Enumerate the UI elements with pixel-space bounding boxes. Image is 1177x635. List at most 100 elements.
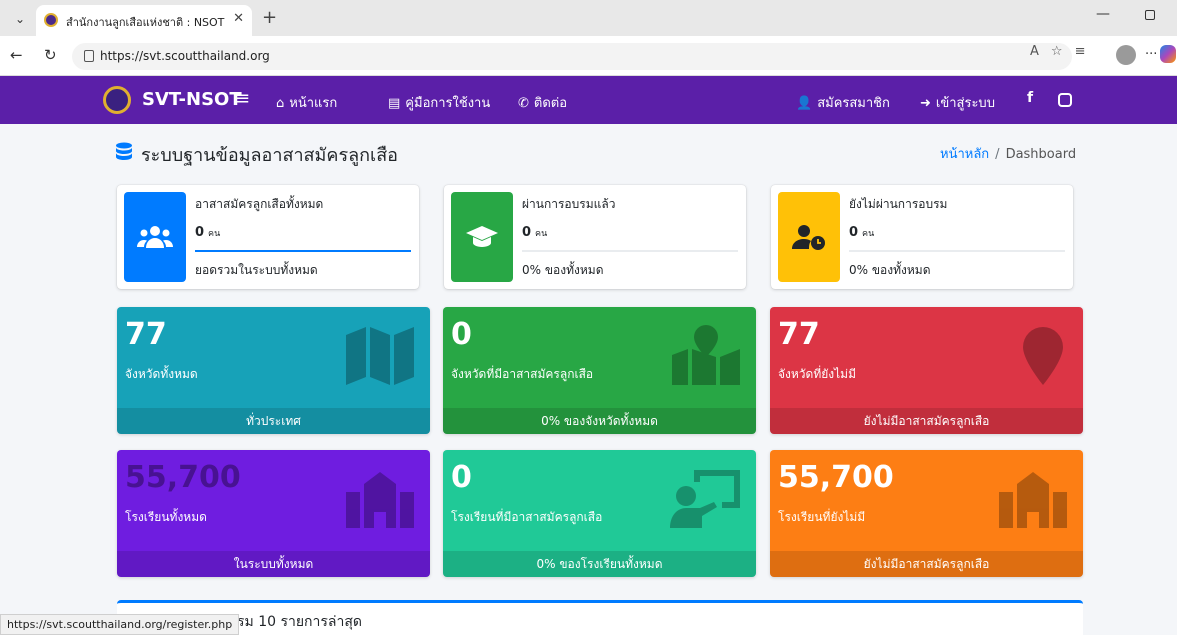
hamburger-menu-icon[interactable]: ≡ [235,88,250,109]
stat-footer-link[interactable]: 0% ของจังหวัดทั้งหมด [443,408,756,434]
nav-manual-link[interactable]: ▤ คู่มือการใช้งาน [388,92,490,113]
book-icon: ▤ [388,96,401,111]
minimize-icon[interactable]: — [1096,6,1110,22]
lock-icon[interactable] [84,50,94,62]
nav-home-label: หน้าแรก [289,96,338,111]
database-icon [116,142,132,160]
address-bar: ← ↻ https://svt.scoutthailand.org A ☆ ≡ ··… [0,36,1177,76]
home-icon: ⌂ [276,96,285,111]
breadcrumb-current: Dashboard [1005,147,1077,162]
nav-contact-link[interactable]: ✆ ติดต่อ [518,92,567,113]
stat-box-provinces-without: 77 จังหวัดที่ยังไม่มี ยังไม่มีอาสาสมัครล… [770,307,1083,434]
progress-bar [522,250,738,252]
reload-icon[interactable]: ↻ [44,46,57,64]
chalkboard-teacher-icon [670,470,740,528]
info-value: 0 คน [849,225,874,240]
stat-label: โรงเรียนที่ยังไม่มี [778,510,866,524]
stat-value: 77 [778,317,820,352]
card-title: รม 10 รายการล่าสุด [237,614,362,630]
tab-close-icon[interactable]: ✕ [233,11,244,26]
stat-box-total-provinces: 77 จังหวัดทั้งหมด ทั่วประเทศ [117,307,430,434]
recent-records-card: รม 10 รายการล่าสุด [117,600,1083,635]
login-link[interactable]: ➜ เข้าสู่ระบบ [920,92,995,113]
user-clock-icon [778,192,840,282]
info-number: 0 [522,225,532,240]
tab-list-chevron-icon[interactable]: ⌄ [10,9,30,29]
info-number: 0 [195,225,205,240]
map-icon [346,327,414,385]
stat-box-total-schools: 55,700 โรงเรียนทั้งหมด ในระบบทั้งหมด [117,450,430,577]
info-box-trained: ผ่านการอบรมแล้ว 0 คน 0% ของทั้งหมด [444,185,746,289]
info-title: ผ่านการอบรมแล้ว [522,197,616,211]
info-value: 0 คน [522,225,547,240]
stat-label: โรงเรียนที่มีอาสาสมัครลูกเสือ [451,510,603,524]
progress-bar-fill [195,250,411,252]
stat-value: 0 [451,317,472,352]
back-arrow-icon[interactable]: ← [10,46,23,64]
nav-manual-label: คู่มือการใช้งาน [405,96,491,111]
map-marked-icon [672,325,740,385]
stat-footer-link[interactable]: ยังไม่มีอาสาสมัครลูกเสือ [770,551,1083,577]
info-unit: คน [862,229,875,239]
address-bar-actions: A ☆ ≡ [1030,44,1097,59]
brand-name[interactable]: SVT-NSOT [142,89,242,110]
stat-footer-link[interactable]: ทั่วประเทศ [117,408,430,434]
school-icon [999,472,1067,528]
progress-bar [195,250,411,252]
instagram-icon[interactable] [1058,93,1072,107]
more-options-icon[interactable]: ··· [1145,47,1157,62]
info-description: 0% ของทั้งหมด [522,263,604,277]
stat-box-provinces-with-volunteers: 0 จังหวัดที่มีอาสาสมัครลูกเสือ 0% ของจัง… [443,307,756,434]
url-field[interactable]: https://svt.scoutthailand.org [72,43,1072,70]
school-icon [346,472,414,528]
status-bar-url: https://svt.scoutthailand.org/register.p… [0,614,240,635]
breadcrumb: หน้าหลัก / Dashboard [940,143,1076,164]
favicon-icon [44,13,58,27]
stat-label: จังหวัดที่มีอาสาสมัครลูกเสือ [451,367,594,381]
facebook-icon[interactable]: f [1027,90,1033,106]
stat-box-schools-without: 55,700 โรงเรียนที่ยังไม่มี ยังไม่มีอาสาส… [770,450,1083,577]
sign-in-icon: ➜ [920,96,931,111]
stat-box-schools-with-volunteers: 0 โรงเรียนที่มีอาสาสมัครลูกเสือ 0% ของโร… [443,450,756,577]
profile-avatar[interactable] [1116,45,1136,65]
favorites-list-icon[interactable]: ≡ [1075,44,1086,59]
stat-label: จังหวัดที่ยังไม่มี [778,367,856,381]
stat-footer-link[interactable]: ในระบบทั้งหมด [117,551,430,577]
register-link[interactable]: 👤 สมัครสมาชิก [796,92,890,113]
info-description: 0% ของทั้งหมด [849,263,931,277]
browser-tab[interactable]: สำนักงานลูกเสือแห่งชาติ : NSOT ✕ [36,5,252,36]
login-label: เข้าสู่ระบบ [935,96,995,111]
info-title: ยังไม่ผ่านการอบรม [849,197,948,211]
nav-home-link[interactable]: ⌂ หน้าแรก [276,92,337,113]
stat-footer-link[interactable]: 0% ของโรงเรียนทั้งหมด [443,551,756,577]
browser-tab-bar: ⌄ สำนักงานลูกเสือแห่งชาติ : NSOT ✕ + — [0,0,1177,36]
scout-emblem-logo[interactable] [103,86,131,114]
register-label: สมัครสมาชิก [817,96,890,111]
stat-value: 0 [451,460,472,495]
info-value: 0 คน [195,225,220,240]
breadcrumb-home-link[interactable]: หน้าหลัก [940,147,989,162]
phone-icon: ✆ [518,96,529,111]
info-box-untrained: ยังไม่ผ่านการอบรม 0 คน 0% ของทั้งหมด [771,185,1073,289]
site-navbar: SVT-NSOT ≡ ⌂ หน้าแรก ▤ คู่มือการใช้งาน ✆ ติ… [0,76,1177,124]
restore-icon[interactable] [1145,10,1155,20]
new-tab-button[interactable]: + [262,7,277,28]
tab-title: สำนักงานลูกเสือแห่งชาติ : NSOT [66,16,225,29]
progress-bar [849,250,1065,252]
read-aloud-icon[interactable]: A [1030,44,1039,59]
stat-footer-link[interactable]: ยังไม่มีอาสาสมัครลูกเสือ [770,408,1083,434]
favorite-star-icon[interactable]: ☆ [1051,44,1063,59]
stat-value: 77 [125,317,167,352]
page-title: ระบบฐานข้อมูลอาสาสมัครลูกเสือ [141,145,398,166]
graduation-cap-icon [451,192,513,282]
info-title: อาสาสมัครลูกเสือทั้งหมด [195,197,324,211]
stat-label: จังหวัดทั้งหมด [125,367,198,381]
url-text[interactable]: https://svt.scoutthailand.org [100,49,270,63]
info-unit: คน [208,229,221,239]
users-icon [124,192,186,282]
info-unit: คน [535,229,548,239]
stat-label: โรงเรียนทั้งหมด [125,510,207,524]
info-box-total-volunteers: อาสาสมัครลูกเสือทั้งหมด 0 คน ยอดรวมในระบบ… [117,185,419,289]
copilot-icon[interactable] [1160,45,1176,63]
info-number: 0 [849,225,859,240]
